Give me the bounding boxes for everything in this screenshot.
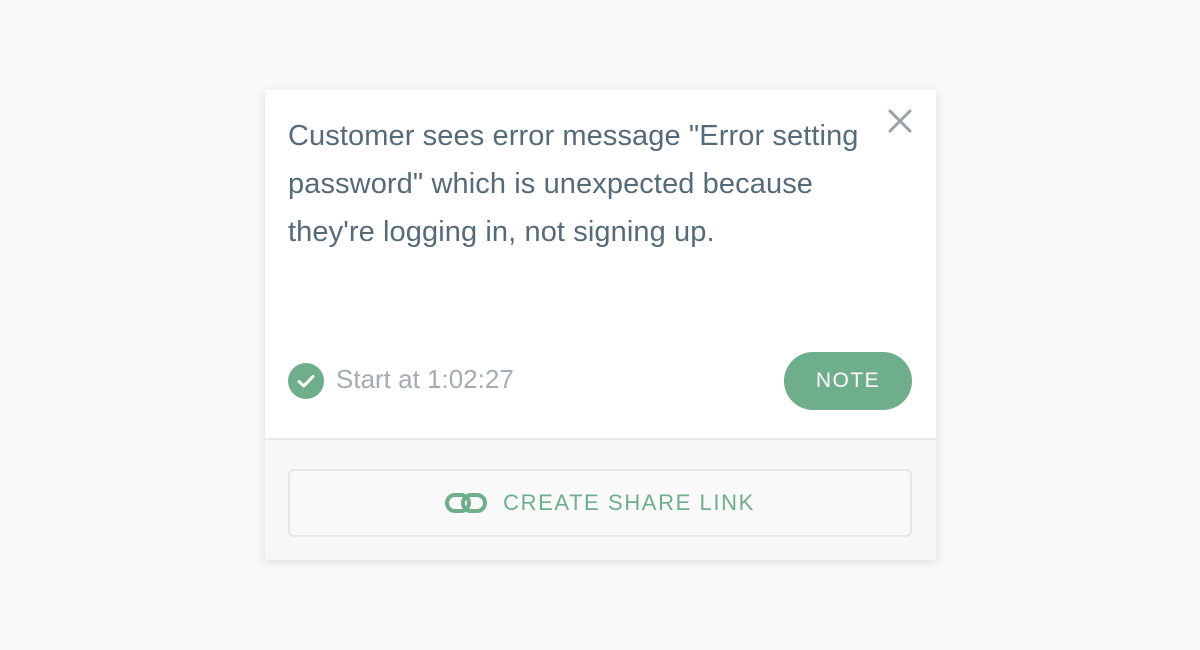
note-button[interactable]: NOTE: [784, 352, 912, 410]
check-circle-icon: [288, 363, 324, 399]
note-text: Customer sees error message "Error setti…: [288, 120, 859, 248]
create-share-link-button[interactable]: CREATE SHARE LINK: [288, 469, 912, 537]
close-icon: [888, 109, 912, 133]
start-time-row[interactable]: Start at 1:02:27: [288, 363, 514, 399]
close-button[interactable]: [880, 101, 920, 141]
note-card-footer: CREATE SHARE LINK: [265, 440, 936, 560]
create-share-link-label: CREATE SHARE LINK: [503, 490, 755, 515]
link-icon: [445, 492, 488, 514]
note-card-body: Customer sees error message "Error setti…: [265, 90, 936, 438]
start-time-label: Start at 1:02:27: [336, 363, 514, 394]
note-card: Customer sees error message "Error setti…: [265, 90, 936, 560]
